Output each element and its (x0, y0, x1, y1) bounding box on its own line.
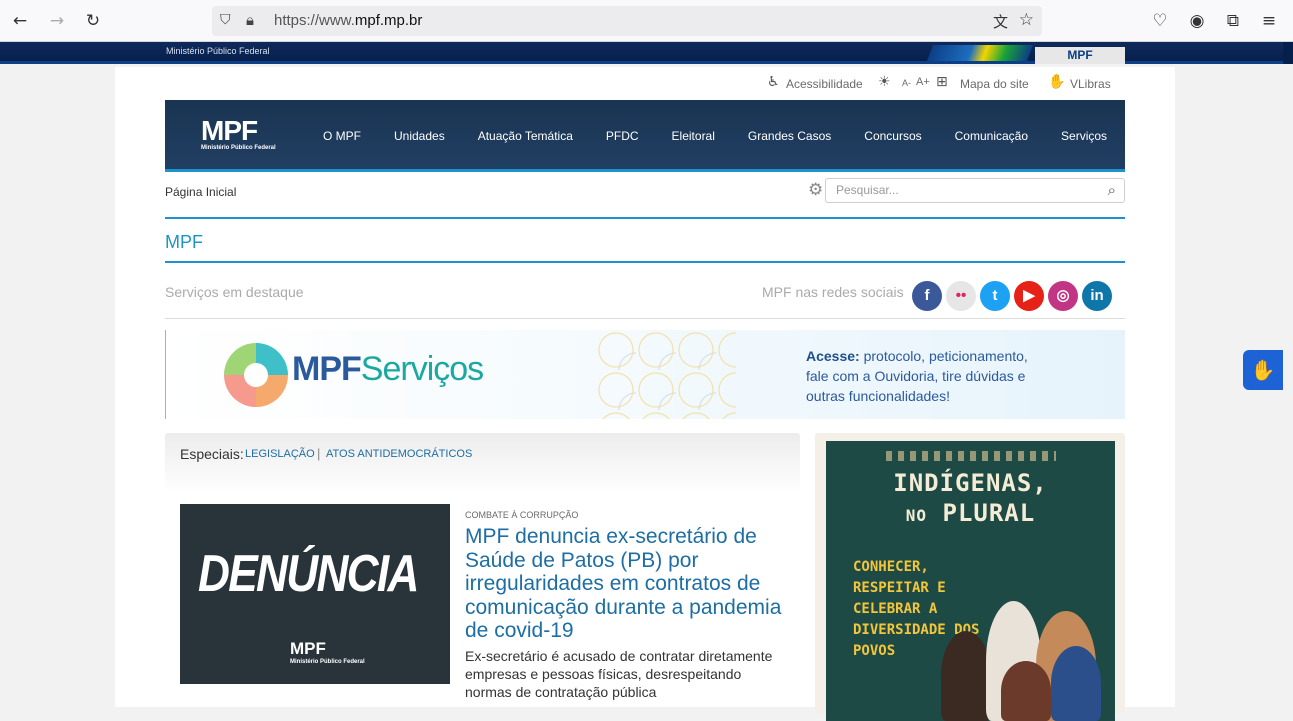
url-text[interactable]: https://www.mpf.mp.br (274, 12, 422, 29)
menu-item-1[interactable]: Unidades (394, 129, 445, 143)
poster-line1: INDÍGENAS, (893, 469, 1048, 497)
especiais-label: Especiais: (180, 446, 244, 462)
news-headline[interactable]: MPF denuncia ex-secretário de Saúde de P… (465, 525, 785, 643)
twitter-icon[interactable]: t (980, 281, 1010, 311)
sitemap-link[interactable]: Mapa do site (960, 77, 1029, 91)
poster-line2: NO PLURAL (905, 499, 1036, 527)
shield-icon[interactable]: ⛉ (220, 12, 236, 30)
search-input[interactable] (836, 183, 1096, 197)
accessibility-icon[interactable]: ♿ (767, 74, 780, 90)
menu-item-6[interactable]: Concursos (864, 129, 921, 143)
menu-item-4[interactable]: Eleitoral (672, 129, 715, 143)
accessibility-link[interactable]: Acessibilidade (786, 77, 863, 91)
servicos-emblem-icon (224, 343, 288, 407)
lock-icon[interactable]: 🔒︎ (246, 11, 254, 29)
flag-stripe (927, 45, 1033, 61)
youtube-icon[interactable]: ▶ (1014, 281, 1044, 311)
poster-people-illustration (941, 591, 1111, 721)
news-image-logo: MPF (290, 639, 326, 658)
font-decrease-button[interactable]: A- (902, 78, 911, 88)
especiais-bar: Especiais: LEGISLAÇÃO | ATOS ANTIDEMOCRÁ… (165, 433, 800, 493)
search-icon[interactable]: ⌕ (1108, 181, 1116, 199)
vlibras-widget-icon[interactable]: ✋ (1243, 350, 1283, 390)
linkedin-icon[interactable]: in (1082, 281, 1112, 311)
contrast-icon[interactable]: ☀ (878, 74, 891, 90)
news-summary: Ex-secretário é acusado de contratar dir… (465, 648, 773, 700)
search-box: ⌕ (825, 178, 1125, 203)
news-kicker[interactable]: COMBATE À CORRUPÇÃO (465, 510, 578, 520)
translate-icon[interactable]: 文 (993, 11, 1008, 32)
menu-item-8[interactable]: Serviços (1061, 129, 1107, 143)
menu-item-5[interactable]: Grandes Casos (748, 129, 831, 143)
gov-bar: Ministério Público Federal MPF (0, 42, 1293, 64)
vlibras-link[interactable]: VLibras (1070, 77, 1111, 91)
especiais-link-legislacao[interactable]: LEGISLAÇÃO (245, 448, 315, 460)
services-row: Serviços em destaque MPF nas redes socia… (165, 279, 1125, 319)
services-label: Serviços em destaque (165, 284, 304, 300)
page-content: ♿ Acessibilidade ☀ A- A+ ⊞ Mapa do site … (115, 67, 1175, 721)
instagram-icon[interactable]: ◎ (1048, 281, 1078, 311)
site-header: MPF Ministério Público Federal O MPF Unid… (165, 100, 1125, 172)
back-arrow-icon[interactable]: ← (8, 9, 32, 33)
bookmark-star-icon[interactable]: ☆ (1019, 10, 1034, 30)
browser-toolbar: ← → ↻ ⛉ 🔒︎ https://www.mpf.mp.br 文 ☆ ♡ ◉… (0, 0, 1293, 42)
banner-title: MPFServiços (292, 350, 484, 388)
address-bar[interactable]: ⛉ 🔒︎ https://www.mpf.mp.br 文 ☆ (212, 6, 1042, 36)
menu-item-0[interactable]: O MPF (323, 129, 361, 143)
especiais-link-atos[interactable]: ATOS ANTIDEMOCRÁTICOS (326, 448, 472, 460)
gov-bar-label: Ministério Público Federal (166, 46, 270, 56)
font-increase-button[interactable]: A+ (916, 76, 930, 88)
mpf-servicos-banner[interactable]: MPFServiços Acesse: protocolo, peticiona… (165, 330, 1125, 419)
facebook-icon[interactable]: f (912, 281, 942, 311)
menu-icon[interactable]: ≡ (1257, 9, 1281, 33)
breadcrumb[interactable]: Página Inicial (165, 185, 236, 199)
search-settings-gear-icon[interactable]: ⚙ (808, 180, 823, 200)
news-image-logo-small: Ministério Público Federal (290, 659, 365, 665)
banner-text: Acesse: protocolo, peticionamento, fale … (806, 348, 1028, 404)
social-label: MPF nas redes sociais (762, 284, 904, 300)
account-icon[interactable]: ◉ (1185, 9, 1209, 33)
news-image-title: DENÚNCIA (198, 545, 419, 603)
menu-item-7[interactable]: Comunicação (955, 129, 1028, 143)
menu-item-2[interactable]: Atuação Temática (478, 129, 573, 143)
section-title: MPF (165, 232, 203, 252)
indigenas-poster[interactable]: INDÍGENAS, NO PLURAL CONHECER, RESPEITAR… (826, 441, 1115, 721)
news-image[interactable]: DENÚNCIA MPF Ministério Público Federal (180, 504, 450, 684)
flickr-icon[interactable]: •• (946, 281, 976, 311)
accessibility-bar: ♿ Acessibilidade ☀ A- A+ ⊞ Mapa do site … (115, 73, 1125, 95)
mpf-logo[interactable]: MPF Ministério Público Federal (201, 116, 276, 152)
hands-icon[interactable]: ✋ (1048, 74, 1065, 90)
breadcrumb-row: Página Inicial ⚙ ⌕ (165, 175, 1125, 219)
menu-item-3[interactable]: PFDC (606, 129, 639, 143)
main-menu: O MPF Unidades Atuação Temática PFDC Eleitor… (323, 129, 1140, 143)
reload-icon[interactable]: ↻ (81, 9, 105, 33)
banner-pattern (596, 330, 736, 419)
especiais-separator: | (317, 446, 321, 461)
extensions-icon[interactable]: ⧉ (1221, 9, 1245, 33)
pocket-icon[interactable]: ♡ (1148, 9, 1172, 33)
gov-bar-mpf-tab[interactable]: MPF (1035, 47, 1125, 64)
forward-arrow-icon[interactable]: → (45, 9, 69, 33)
sidebar-poster: INDÍGENAS, NO PLURAL CONHECER, RESPEITAR… (815, 433, 1125, 721)
sitemap-icon[interactable]: ⊞ (936, 74, 948, 90)
